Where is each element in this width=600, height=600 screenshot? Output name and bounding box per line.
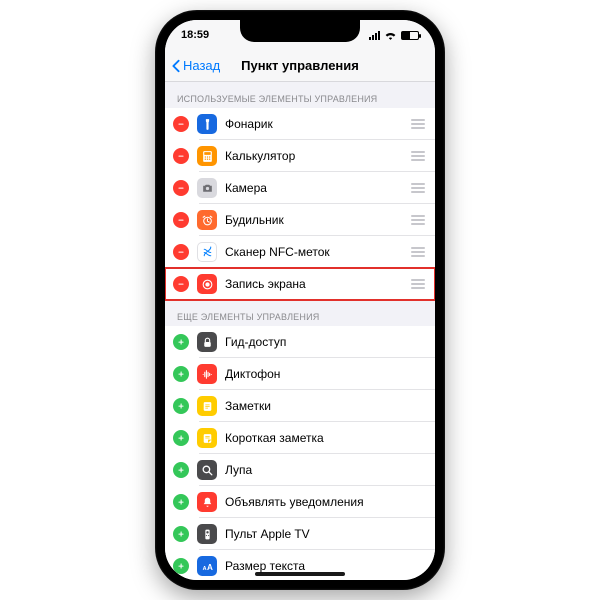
nav-bar: Назад Пункт управления — [165, 50, 435, 82]
section-header-included: ИСПОЛЬЗУЕМЫЕ ЭЛЕМЕНТЫ УПРАВЛЕНИЯ — [165, 82, 435, 108]
nfc-icon — [197, 242, 217, 262]
list-more: Гид-доступ Диктофон Заметки Короткая заметк… — [165, 326, 435, 580]
more-row: Пульт Apple TV — [165, 518, 435, 550]
calculator-icon — [197, 146, 217, 166]
remove-button[interactable] — [173, 244, 189, 260]
remove-button[interactable] — [173, 276, 189, 292]
reorder-handle[interactable] — [411, 247, 425, 257]
magnifier-icon — [197, 460, 217, 480]
more-row: Диктофон — [165, 358, 435, 390]
battery-icon — [401, 31, 419, 40]
add-button[interactable] — [173, 430, 189, 446]
row-label: Камера — [225, 181, 411, 195]
row-label: Запись экрана — [225, 277, 411, 291]
back-button[interactable]: Назад — [171, 58, 220, 73]
reorder-handle[interactable] — [411, 215, 425, 225]
alarm-icon — [197, 210, 217, 230]
camera-icon — [197, 178, 217, 198]
row-label: Размер текста — [225, 559, 425, 573]
quicknote-icon — [197, 428, 217, 448]
row-label: Короткая заметка — [225, 431, 425, 445]
wifi-icon — [384, 30, 397, 40]
wave-icon — [197, 364, 217, 384]
add-button[interactable] — [173, 494, 189, 510]
section-header-more: ЕЩЕ ЭЛЕМЕНТЫ УПРАВЛЕНИЯ — [165, 300, 435, 326]
included-row: Калькулятор — [165, 140, 435, 172]
note-icon — [197, 396, 217, 416]
add-button[interactable] — [173, 334, 189, 350]
remove-button[interactable] — [173, 116, 189, 132]
row-label: Диктофон — [225, 367, 425, 381]
flashlight-icon — [197, 114, 217, 134]
more-row: Лупа — [165, 454, 435, 486]
reorder-handle[interactable] — [411, 151, 425, 161]
add-button[interactable] — [173, 526, 189, 542]
row-label: Фонарик — [225, 117, 411, 131]
record-icon — [197, 274, 217, 294]
remove-button[interactable] — [173, 148, 189, 164]
row-label: Гид-доступ — [225, 335, 425, 349]
add-button[interactable] — [173, 558, 189, 574]
lock-icon — [197, 332, 217, 352]
add-button[interactable] — [173, 366, 189, 382]
included-row: Камера — [165, 172, 435, 204]
home-indicator[interactable] — [255, 572, 345, 576]
included-row: Запись экрана — [165, 268, 435, 300]
remove-button[interactable] — [173, 212, 189, 228]
row-label: Будильник — [225, 213, 411, 227]
row-label: Калькулятор — [225, 149, 411, 163]
row-label: Объявлять уведомления — [225, 495, 425, 509]
svg-text:A: A — [206, 562, 212, 571]
row-label: Заметки — [225, 399, 425, 413]
add-button[interactable] — [173, 398, 189, 414]
back-label: Назад — [183, 58, 220, 73]
included-row: Фонарик — [165, 108, 435, 140]
notch — [240, 20, 360, 42]
reorder-handle[interactable] — [411, 119, 425, 129]
more-row: Объявлять уведомления — [165, 486, 435, 518]
included-row: Сканер NFC-меток — [165, 236, 435, 268]
bell-icon — [197, 492, 217, 512]
remove-button[interactable] — [173, 180, 189, 196]
content[interactable]: ИСПОЛЬЗУЕМЫЕ ЭЛЕМЕНТЫ УПРАВЛЕНИЯ Фонарик… — [165, 82, 435, 580]
more-row: Гид-доступ — [165, 326, 435, 358]
svg-text:A: A — [202, 565, 206, 571]
textsize-icon: AA — [197, 556, 217, 576]
row-label: Лупа — [225, 463, 425, 477]
reorder-handle[interactable] — [411, 183, 425, 193]
signal-icon — [369, 31, 380, 40]
screen: 18:59 Назад Пункт управления ИСПОЛЬЗУЕМЫ… — [165, 20, 435, 580]
more-row: Короткая заметка — [165, 422, 435, 454]
chevron-left-icon — [171, 59, 181, 73]
phone-frame: 18:59 Назад Пункт управления ИСПОЛЬЗУЕМЫ… — [155, 10, 445, 590]
more-row: Заметки — [165, 390, 435, 422]
included-row: Будильник — [165, 204, 435, 236]
status-right — [369, 30, 419, 40]
remote-icon — [197, 524, 217, 544]
row-label: Пульт Apple TV — [225, 527, 425, 541]
row-label: Сканер NFC-меток — [225, 245, 411, 259]
reorder-handle[interactable] — [411, 279, 425, 289]
add-button[interactable] — [173, 462, 189, 478]
list-included: Фонарик Калькулятор Камера Будильник Сканер … — [165, 108, 435, 300]
status-time: 18:59 — [181, 29, 209, 41]
